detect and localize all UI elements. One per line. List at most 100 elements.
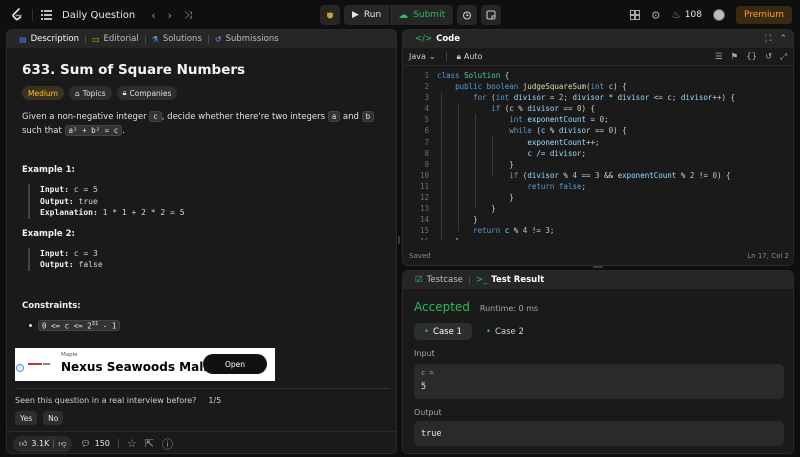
topics-chip[interactable]: ⌂ Topics (69, 86, 112, 100)
line-number: 5 (424, 115, 429, 125)
description-panel: ▤ Description ▭ Editorial ⚗ Solutions ↺ … (6, 29, 397, 454)
expand-icon[interactable]: ⤢ (780, 52, 787, 62)
result-summary: Accepted Runtime: 0 ms (414, 300, 538, 314)
constraint-code: 0 <= c <= 231 - 1 (38, 319, 121, 331)
top-bar-right: ⚙ ♨ 108 Premium (629, 6, 792, 24)
bookmark-icon[interactable]: ⚑ (731, 52, 739, 62)
line-number: 8 (424, 148, 429, 158)
format-icon[interactable]: ☰ (715, 52, 723, 62)
chevron-right-icon[interactable]: › (168, 9, 172, 22)
tab-testcase[interactable]: ☑ Testcase (409, 275, 469, 285)
input-label: Input (414, 349, 435, 358)
tab-solutions[interactable]: ⚗ Solutions (146, 34, 208, 44)
thumbs-up-icon[interactable]: 👍︎ (19, 439, 27, 449)
interview-prompt: Seen this question in a real interview b… (15, 396, 222, 405)
submit-button[interactable]: ☁ Submit (390, 5, 453, 25)
timer-button[interactable] (457, 5, 478, 25)
line-number: 1 (424, 71, 429, 80)
thumbs-down-icon[interactable]: 👎︎ (58, 439, 66, 449)
run-button[interactable]: ▶ Run (344, 5, 389, 25)
avatar[interactable] (712, 9, 725, 21)
output-box: true (414, 421, 784, 446)
line-number: 9 (424, 159, 429, 169)
example-2-block: Input: c = 3 Output: false (28, 247, 386, 271)
test-result-panel: ☑ Testcase >_ Test Result Accepted Runti… (402, 270, 794, 454)
divider (32, 9, 33, 21)
code-line: } (437, 204, 496, 214)
line-number: 10 (419, 170, 429, 180)
code-editor[interactable]: 1234567891011121314151617 class Solution… (403, 70, 793, 240)
terminal-icon: >_ (475, 275, 488, 285)
yes-button[interactable]: Yes (15, 411, 38, 425)
problem-title[interactable]: 633. Sum of Square Numbers (22, 62, 386, 78)
tab-submissions[interactable]: ↺ Submissions (209, 34, 285, 44)
example-1-title: Example 1: (22, 165, 75, 175)
like-dislike-group: 👍︎ 3.1K 👎︎ (13, 435, 73, 452)
top-bar: Daily Question ‹ › ⤨ ▶ Run ☁ Submit ⚙ ♨ … (0, 0, 800, 30)
line-number: 6 (424, 126, 429, 136)
reset-icon[interactable]: ↺ (765, 52, 772, 62)
horizontal-resize-handle[interactable] (593, 266, 603, 268)
case-1-button[interactable]: • Case 1 (414, 323, 472, 340)
layout-grid-icon[interactable] (629, 10, 640, 20)
line-number: 7 (424, 137, 429, 147)
advertisement-banner[interactable]: i Maple Nexus Seawoods Mall Open (15, 348, 275, 381)
leetcode-logo-icon[interactable] (10, 7, 24, 23)
share-icon[interactable]: ⇱ (145, 437, 154, 450)
code-icon: </> (415, 34, 433, 44)
line-number: 16 (403, 236, 429, 240)
star-icon[interactable]: ☆ (127, 437, 137, 450)
code-lines: class Solution { public boolean judgeSqu… (437, 70, 735, 240)
code-line: c /= divisor; (527, 148, 587, 158)
line-number: 12 (419, 193, 429, 203)
ad-open-button[interactable]: Open (203, 354, 267, 374)
premium-button[interactable]: Premium (735, 6, 792, 24)
save-status: Saved (409, 252, 431, 260)
description-tabs: ▤ Description ▭ Editorial ⚗ Solutions ↺ … (7, 30, 396, 48)
code-line: return false; (527, 181, 587, 191)
runtime: Runtime: 0 ms (479, 304, 539, 313)
vertical-resize-handle[interactable] (398, 236, 400, 244)
line-number: 11 (419, 181, 429, 191)
tab-code[interactable]: </> Code (409, 34, 466, 44)
streak-counter[interactable]: ♨ 108 (672, 10, 702, 21)
code-line: return c % 4 != 3; (473, 226, 555, 236)
notes-button[interactable] (481, 5, 502, 25)
debug-button[interactable] (320, 5, 340, 25)
auto-mode[interactable]: 🔒︎ Auto (457, 52, 483, 62)
help-icon[interactable]: ⓘ (162, 436, 173, 452)
editor-status-bar: Saved Ln 17, Col 2 (403, 247, 793, 265)
gear-icon[interactable]: ⚙ (651, 9, 661, 22)
problem-list-icon[interactable] (41, 10, 52, 20)
shuffle-icon[interactable]: ⤨ (184, 10, 192, 21)
run-controls: ▶ Run ☁ Submit (320, 5, 502, 25)
comment-icon: 💬︎ (80, 439, 91, 448)
chevron-left-icon[interactable]: ‹ (151, 9, 155, 22)
bullet (29, 323, 32, 327)
comments-button[interactable]: 💬︎ 150 (80, 439, 109, 448)
code-line: if (c % divisor == 0) { (491, 104, 596, 114)
daily-question-title[interactable]: Daily Question (62, 10, 135, 21)
tab-editorial[interactable]: ▭ Editorial (86, 34, 145, 44)
chevron-up-icon[interactable]: ⌃ (779, 34, 787, 44)
case-2-button[interactable]: • Case 2 (476, 323, 534, 340)
tab-test-result[interactable]: >_ Test Result (470, 275, 550, 285)
braces-icon[interactable]: {} (746, 52, 757, 62)
maximize-icon[interactable]: ⛶ (765, 34, 771, 44)
accepted-status: Accepted (414, 300, 470, 314)
editor-toolbar-left: Java ⌄ 🔒︎ Auto (409, 52, 482, 62)
line-number: 13 (419, 204, 429, 214)
tab-description[interactable]: ▤ Description (13, 34, 85, 44)
divider (15, 388, 390, 389)
play-icon: ▶ (352, 10, 359, 20)
code-line: public boolean judgeSquareSum(int c) { (455, 82, 627, 92)
no-button[interactable]: No (43, 411, 64, 425)
editor-toolbar-right: ☰ ⚑ {} ↺ ⤢ (715, 52, 787, 62)
language-select[interactable]: Java ⌄ (409, 52, 436, 61)
ad-info-icon[interactable]: i (16, 364, 24, 372)
line-number: 15 (419, 226, 429, 236)
cloud-upload-icon: ☁ (398, 9, 409, 21)
companies-chip[interactable]: 🔒︎ Companies (116, 86, 178, 100)
code-panel: </> Code ⛶ ⌃ Java ⌄ 🔒︎ Auto ☰ ⚑ {} ↺ ⤢ 1… (402, 29, 794, 266)
alarm-clock-icon (463, 11, 472, 20)
